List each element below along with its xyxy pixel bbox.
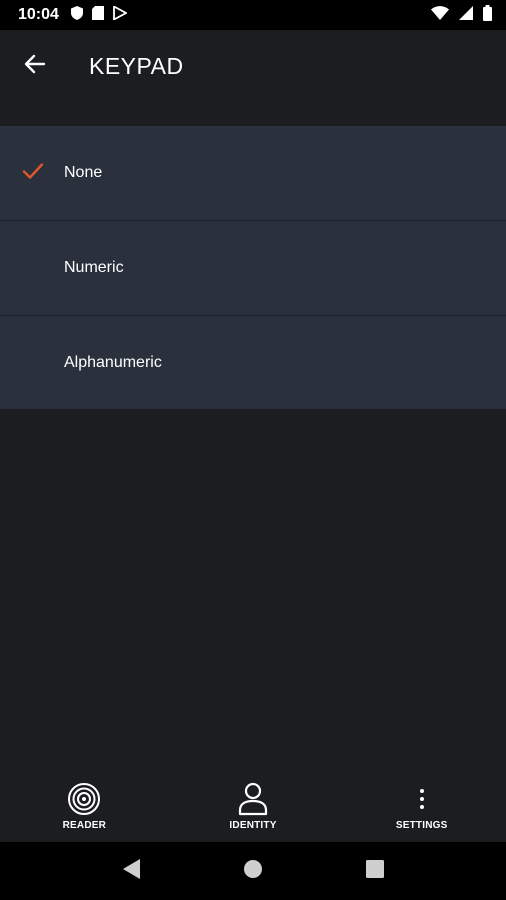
option-alphanumeric[interactable]: Alphanumeric	[0, 316, 506, 409]
check-slot	[0, 315, 64, 410]
app-bar: KEYPAD	[0, 30, 506, 102]
option-none[interactable]: None	[0, 126, 506, 221]
option-label: None	[64, 164, 103, 181]
option-numeric[interactable]: Numeric	[0, 221, 506, 316]
play-store-icon	[113, 4, 128, 25]
keypad-option-list: None Numeric Alphanumeric	[0, 126, 506, 409]
sd-card-icon	[91, 5, 104, 25]
shield-icon	[70, 5, 83, 25]
more-vert-icon	[418, 782, 426, 816]
nav-item-settings[interactable]: SETTINGS	[337, 772, 506, 842]
status-right-icons	[431, 4, 492, 26]
nav-item-identity[interactable]: IDENTITY	[169, 772, 338, 842]
person-icon	[237, 782, 269, 816]
option-label: Alphanumeric	[64, 353, 162, 371]
nav-label: SETTINGS	[395, 820, 448, 831]
signal-icon	[459, 5, 473, 25]
status-time: 10:04	[18, 6, 59, 23]
nav-item-reader[interactable]: READER	[0, 772, 169, 842]
system-recents-button[interactable]	[355, 851, 395, 891]
check-slot	[0, 221, 64, 316]
battery-icon	[483, 4, 492, 26]
nav-label: READER	[62, 820, 107, 831]
nav-label: IDENTITY	[229, 820, 277, 831]
system-nav-bar	[0, 842, 506, 900]
back-button[interactable]	[0, 30, 70, 102]
check-slot	[0, 126, 64, 221]
system-back-button[interactable]	[111, 851, 151, 891]
triangle-back-icon	[121, 858, 141, 885]
option-label: Numeric	[64, 259, 124, 276]
checkmark-icon	[22, 162, 44, 185]
status-bar: 10:04	[0, 0, 506, 30]
square-recents-icon	[366, 859, 384, 883]
wifi-icon	[431, 5, 449, 25]
page-title: KEYPAD	[89, 52, 184, 79]
target-icon	[67, 782, 101, 816]
system-home-button[interactable]	[233, 851, 273, 891]
status-left-icons	[70, 4, 128, 25]
arrow-left-icon	[24, 53, 46, 80]
circle-home-icon	[243, 859, 263, 884]
bottom-nav: READER IDENTITY SETTINGS	[0, 772, 506, 842]
